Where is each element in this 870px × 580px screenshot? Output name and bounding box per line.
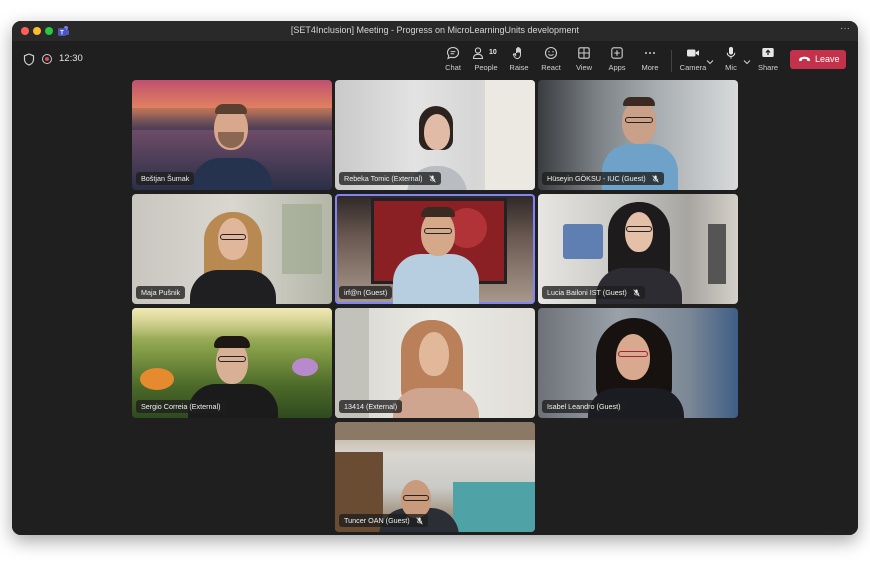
camera-options-chevron-down-icon[interactable] <box>706 59 714 65</box>
teams-window: T [SET4Inclusion] Meeting - Progress on … <box>12 21 858 535</box>
leave-button[interactable]: Leave <box>790 50 846 69</box>
view-label: View <box>575 63 593 72</box>
video-camera-icon <box>687 49 699 57</box>
title-bar: T [SET4Inclusion] Meeting - Progress on … <box>12 21 858 41</box>
people-button[interactable]: 10 People <box>469 46 503 76</box>
apps-button[interactable]: Apps <box>600 46 634 76</box>
participant-tile[interactable]: Rebeka Tomic (External) <box>335 80 535 190</box>
meeting-timer: 12:30 <box>59 53 83 64</box>
grid-view-icon <box>578 47 590 59</box>
people-count-badge: 10 <box>489 49 497 56</box>
add-apps-icon <box>611 47 623 59</box>
share-button[interactable]: Share <box>751 46 785 76</box>
chat-icon <box>446 46 460 60</box>
apps-label: Apps <box>608 63 626 72</box>
participant-name-tag: Boštjan Šumak <box>136 172 195 185</box>
more-button[interactable]: More <box>633 46 667 76</box>
participant-tile[interactable]: Sergio Correia (External) <box>132 308 332 418</box>
participant-tile[interactable]: Boštjan Šumak <box>132 80 332 190</box>
share-screen-icon <box>762 48 774 57</box>
participant-name-tag: Isabel Leandro (Guest) <box>542 400 626 413</box>
microphone-icon <box>726 47 736 59</box>
participant-tile[interactable]: Tuncer OAN (Guest) <box>335 422 535 532</box>
participant-name-tag: Sergio Correia (External) <box>136 400 226 413</box>
window-title: [SET4Inclusion] Meeting - Progress on Mi… <box>290 25 580 35</box>
participant-name-tag: Tuncer OAN (Guest) <box>339 514 428 527</box>
people-icon <box>472 47 484 60</box>
participant-name-tag: 13414 (External) <box>339 400 403 413</box>
camera-label: Camera <box>679 63 707 72</box>
share-label: Share <box>757 63 778 72</box>
raise-label: Raise <box>509 63 529 72</box>
more-label: More <box>641 63 659 72</box>
view-button[interactable]: View <box>567 46 601 76</box>
ellipsis-icon[interactable]: ··· <box>840 23 850 34</box>
raise-hand-button[interactable]: Raise <box>502 46 536 76</box>
participant-name-tag: Rebeka Tomic (External) <box>339 172 441 185</box>
mic-muted-icon <box>651 175 659 183</box>
react-label: React <box>541 63 561 72</box>
mic-muted-icon <box>633 289 640 297</box>
participant-tile[interactable]: Maja Pušnik <box>132 194 332 304</box>
chat-label: Chat <box>445 63 461 72</box>
recording-icon <box>42 54 52 64</box>
participant-tile-active-speaker[interactable]: irf@n (Guest) <box>335 194 535 304</box>
hang-up-phone-icon <box>799 56 810 62</box>
more-dots-icon <box>645 52 655 54</box>
mic-muted-icon <box>428 175 436 183</box>
participant-tile[interactable]: Isabel Leandro (Guest) <box>538 308 738 418</box>
smiley-icon <box>544 46 558 60</box>
meeting-toolbar: 12:30 Chat 10 People Raise React View Ap… <box>12 41 858 77</box>
video-gallery: Boštjan Šumak Rebeka Tomic (External) Hü… <box>12 77 858 535</box>
shield-icon[interactable] <box>23 53 35 66</box>
participant-name-tag: irf@n (Guest) <box>339 286 393 299</box>
participant-name-tag: Maja Pušnik <box>136 286 186 299</box>
participant-tile[interactable]: Hüseyin GÖKSU - IUC (Guest) <box>538 80 738 190</box>
participant-name-tag: Lucia Bailoni IST (Guest) <box>542 286 645 299</box>
chat-button[interactable]: Chat <box>436 46 470 76</box>
people-label: People <box>474 63 498 72</box>
react-button[interactable]: React <box>534 46 568 76</box>
leave-label: Leave <box>815 54 840 64</box>
participant-tile[interactable]: 13414 (External) <box>335 308 535 418</box>
mic-options-chevron-down-icon[interactable] <box>743 59 751 65</box>
toolbar-divider <box>671 50 672 72</box>
camera-button[interactable]: Camera <box>676 46 710 76</box>
mic-muted-icon <box>415 517 423 525</box>
participant-name-tag: Hüseyin GÖKSU - IUC (Guest) <box>542 172 664 185</box>
participant-tile[interactable]: Lucia Bailoni IST (Guest) <box>538 194 738 304</box>
raise-hand-icon <box>512 46 521 60</box>
